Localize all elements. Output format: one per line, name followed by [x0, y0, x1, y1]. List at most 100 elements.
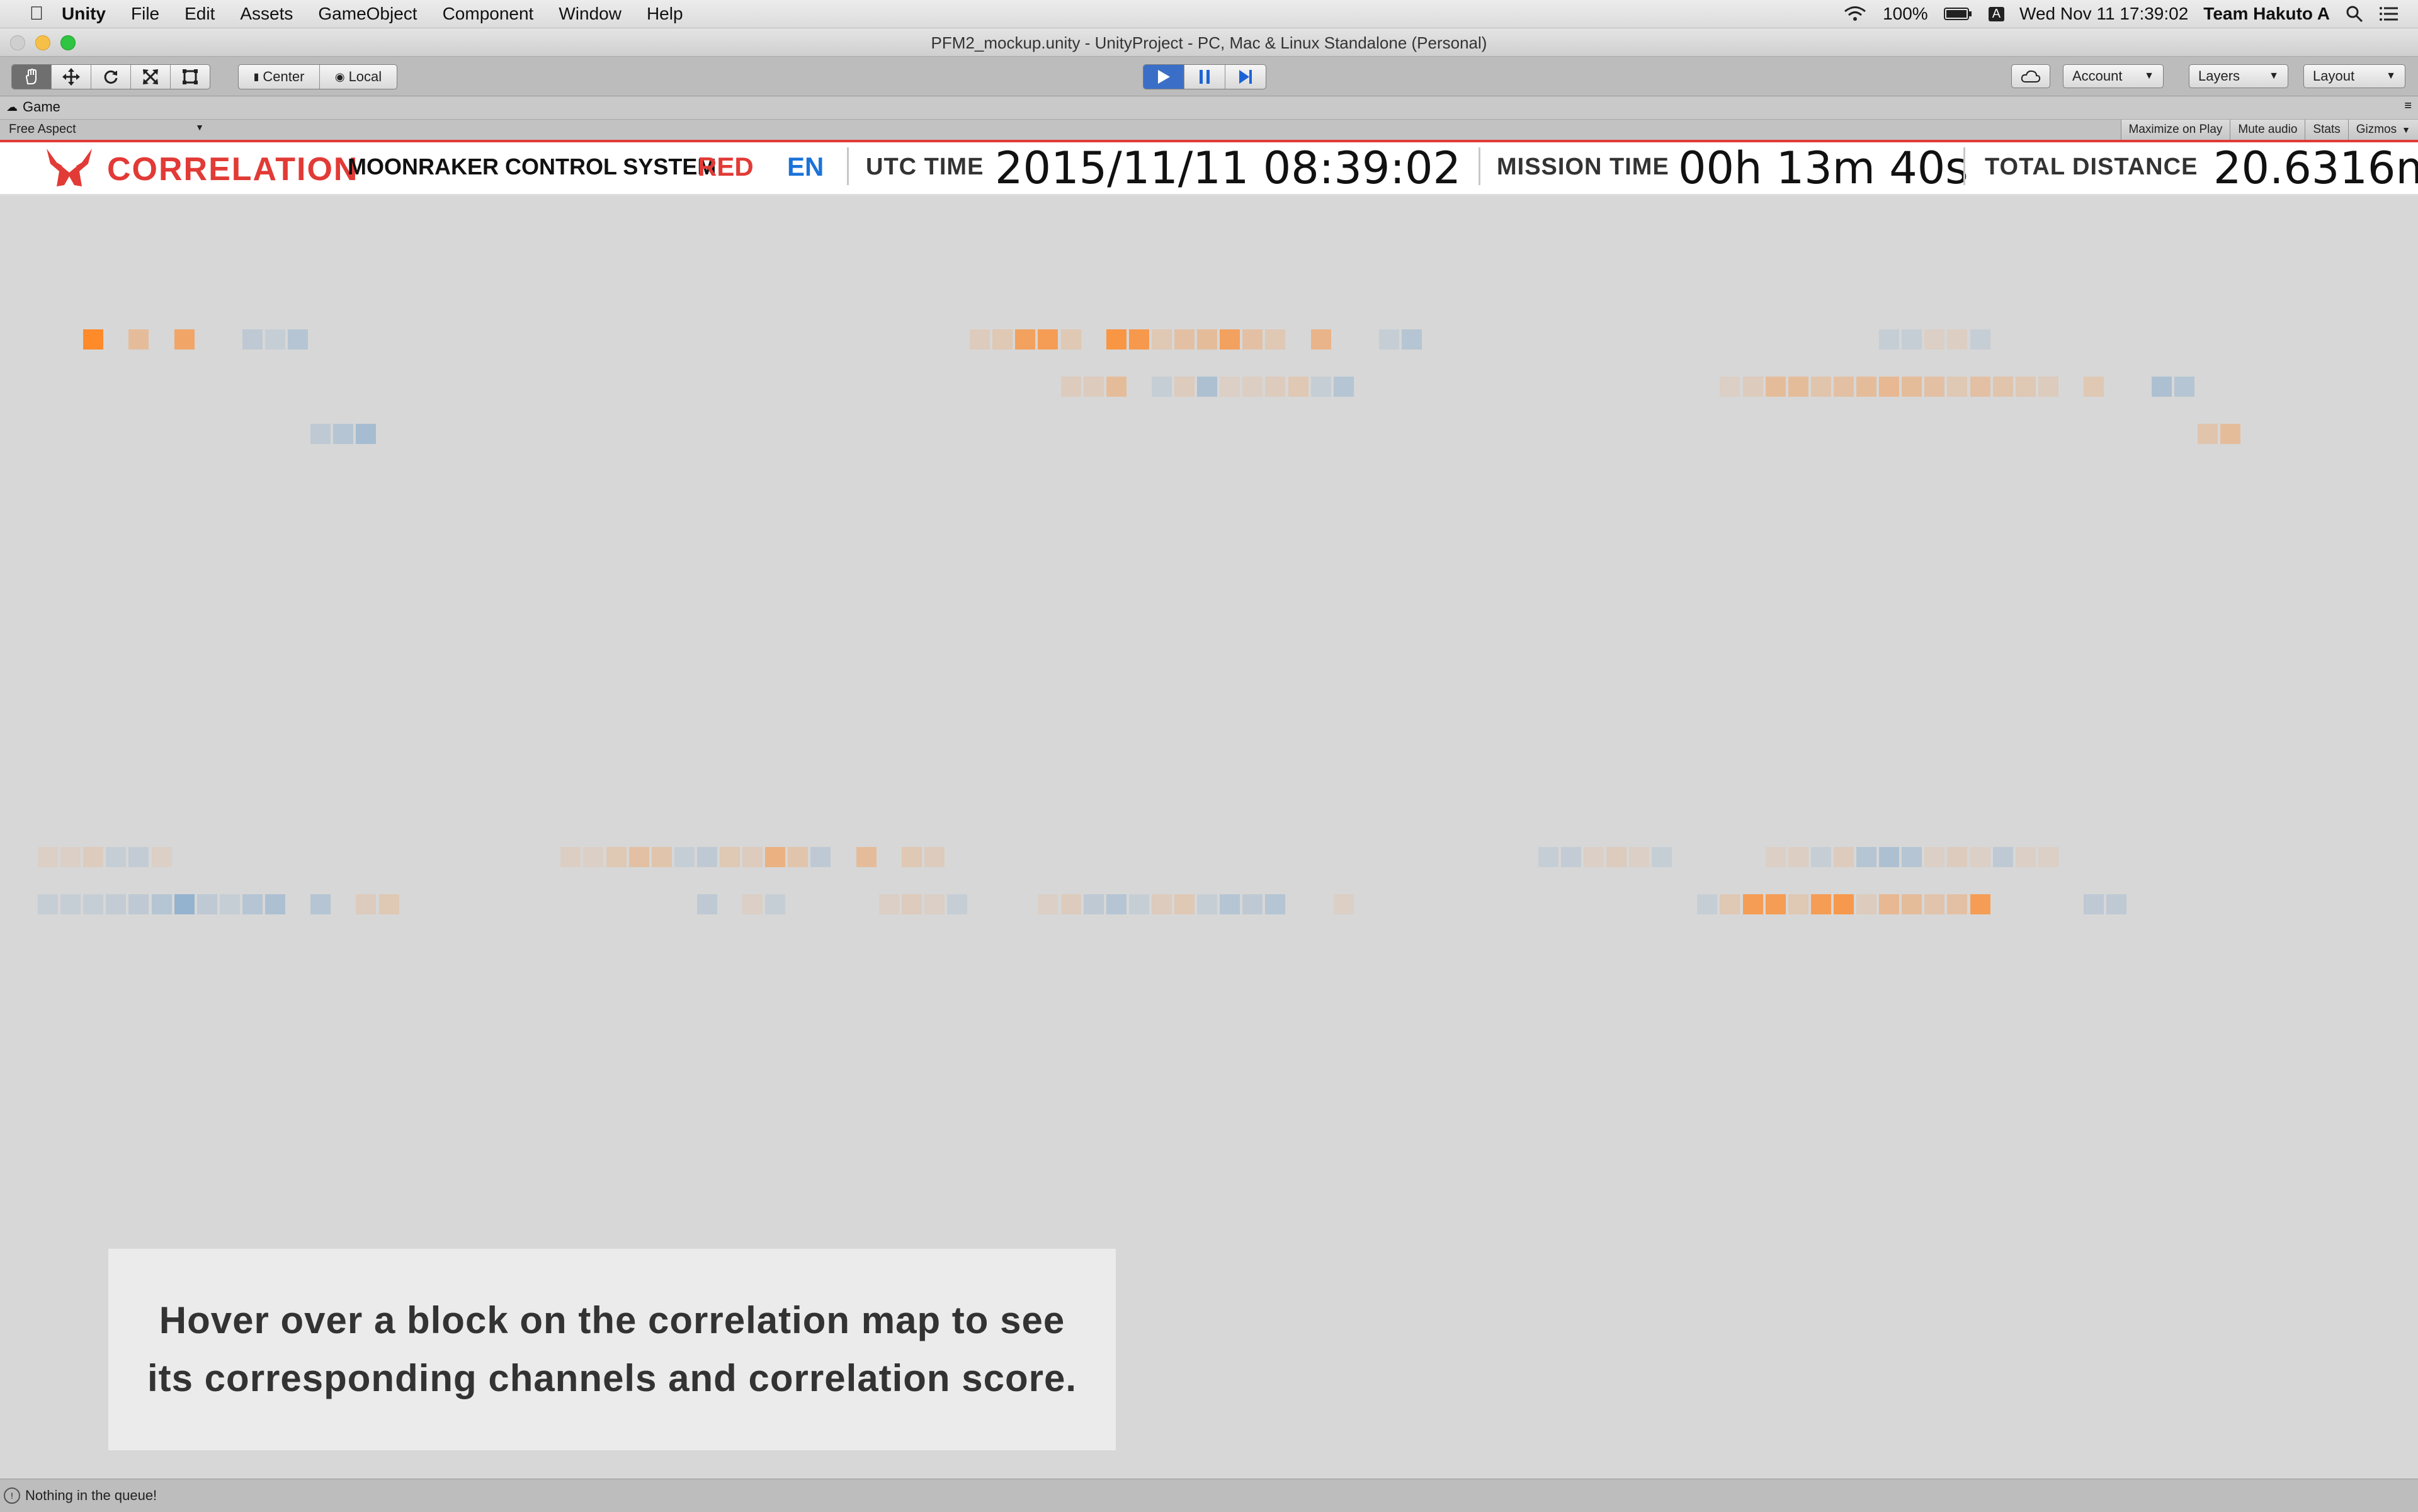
correlation-block[interactable]: [379, 894, 399, 914]
correlation-block[interactable]: [1720, 894, 1740, 914]
correlation-block[interactable]: [1061, 377, 1081, 397]
correlation-block[interactable]: [1879, 894, 1899, 914]
menu-app-name[interactable]: Unity: [49, 4, 118, 24]
correlation-block[interactable]: [902, 847, 922, 867]
correlation-block[interactable]: [1152, 894, 1172, 914]
correlation-block[interactable]: [924, 894, 945, 914]
correlation-block[interactable]: [1265, 329, 1285, 350]
correlation-block[interactable]: [1334, 377, 1354, 397]
correlation-block[interactable]: [333, 424, 353, 444]
correlation-block[interactable]: [1970, 894, 1990, 914]
correlation-block[interactable]: [1561, 847, 1581, 867]
menu-component[interactable]: Component: [430, 4, 547, 24]
correlation-block[interactable]: [128, 847, 149, 867]
correlation-block[interactable]: [356, 894, 376, 914]
correlation-block[interactable]: [1924, 847, 1944, 867]
correlation-block[interactable]: [810, 847, 831, 867]
correlation-block[interactable]: [1856, 377, 1876, 397]
pivot-center-button[interactable]: ▮ Center: [239, 65, 320, 89]
account-dropdown[interactable]: Account ▼: [2063, 64, 2164, 88]
correlation-block[interactable]: [1902, 329, 1922, 350]
maximize-on-play-toggle[interactable]: Maximize on Play: [2120, 120, 2230, 140]
move-tool-button[interactable]: [52, 65, 91, 89]
correlation-block[interactable]: [265, 329, 285, 350]
correlation-block[interactable]: [1902, 847, 1922, 867]
correlation-block[interactable]: [1084, 377, 1104, 397]
correlation-block[interactable]: [1924, 329, 1944, 350]
menubar-user[interactable]: Team Hakuto A: [2203, 4, 2330, 24]
correlation-block[interactable]: [788, 847, 808, 867]
correlation-block[interactable]: [1879, 329, 1899, 350]
correlation-block[interactable]: [2174, 377, 2194, 397]
correlation-block[interactable]: [1174, 894, 1195, 914]
correlation-block[interactable]: [220, 894, 240, 914]
correlation-block[interactable]: [1106, 329, 1127, 350]
correlation-block[interactable]: [2198, 424, 2218, 444]
correlation-block[interactable]: [1106, 894, 1127, 914]
correlation-block[interactable]: [1788, 377, 1808, 397]
correlation-block[interactable]: [992, 329, 1013, 350]
correlation-block[interactable]: [1766, 847, 1786, 867]
correlation-block[interactable]: [1220, 329, 1240, 350]
correlation-block[interactable]: [720, 847, 740, 867]
correlation-block[interactable]: [1993, 847, 2013, 867]
correlation-block[interactable]: [1788, 894, 1808, 914]
correlation-block[interactable]: [947, 894, 967, 914]
rotate-tool-button[interactable]: [91, 65, 131, 89]
correlation-block[interactable]: [1856, 847, 1876, 867]
correlation-block[interactable]: [83, 329, 103, 350]
menu-edit[interactable]: Edit: [172, 4, 227, 24]
correlation-block[interactable]: [38, 894, 58, 914]
correlation-block[interactable]: [2016, 847, 2036, 867]
correlation-block[interactable]: [1265, 894, 1285, 914]
correlation-block[interactable]: [1288, 377, 1308, 397]
correlation-block[interactable]: [2038, 847, 2058, 867]
correlation-block[interactable]: [879, 894, 899, 914]
correlation-block[interactable]: [697, 847, 717, 867]
wifi-icon[interactable]: [1842, 4, 1868, 23]
menu-file[interactable]: File: [118, 4, 172, 24]
correlation-block[interactable]: [174, 329, 195, 350]
correlation-block[interactable]: [629, 847, 649, 867]
correlation-block[interactable]: [1379, 329, 1399, 350]
correlation-block[interactable]: [765, 847, 785, 867]
correlation-block[interactable]: [1834, 377, 1854, 397]
correlation-block[interactable]: [1766, 894, 1786, 914]
correlation-block[interactable]: [583, 847, 603, 867]
correlation-block[interactable]: [1152, 329, 1172, 350]
correlation-block[interactable]: [1584, 847, 1604, 867]
tab-options-icon[interactable]: ≡: [2404, 99, 2412, 113]
correlation-block[interactable]: [1220, 894, 1240, 914]
correlation-block[interactable]: [1174, 377, 1195, 397]
correlation-block[interactable]: [1061, 329, 1081, 350]
correlation-block[interactable]: [2084, 377, 2104, 397]
correlation-block[interactable]: [60, 894, 81, 914]
correlation-block[interactable]: [1766, 377, 1786, 397]
correlation-block[interactable]: [1197, 894, 1217, 914]
correlation-block[interactable]: [2038, 377, 2058, 397]
correlation-block[interactable]: [1879, 847, 1899, 867]
correlation-block[interactable]: [2152, 377, 2172, 397]
language-toggle[interactable]: EN: [787, 152, 824, 182]
cloud-services-button[interactable]: [2011, 64, 2050, 88]
correlation-block[interactable]: [1788, 847, 1808, 867]
battery-icon[interactable]: [1943, 6, 1973, 21]
correlation-block[interactable]: [1902, 377, 1922, 397]
correlation-block[interactable]: [1311, 329, 1331, 350]
correlation-block[interactable]: [1743, 894, 1763, 914]
correlation-block[interactable]: [2016, 377, 2036, 397]
scale-tool-button[interactable]: [131, 65, 171, 89]
correlation-block[interactable]: [1106, 377, 1127, 397]
layout-dropdown[interactable]: Layout ▼: [2303, 64, 2405, 88]
correlation-block[interactable]: [106, 847, 126, 867]
correlation-block[interactable]: [674, 847, 695, 867]
correlation-block[interactable]: [1970, 847, 1990, 867]
correlation-block[interactable]: [38, 847, 58, 867]
notification-center-icon[interactable]: [2379, 5, 2399, 23]
pivot-local-button[interactable]: ◉ Local: [320, 65, 397, 89]
correlation-block[interactable]: [1879, 377, 1899, 397]
stats-toggle[interactable]: Stats: [2305, 120, 2348, 140]
correlation-block[interactable]: [1902, 894, 1922, 914]
correlation-block[interactable]: [1129, 329, 1149, 350]
correlation-block[interactable]: [1015, 329, 1035, 350]
